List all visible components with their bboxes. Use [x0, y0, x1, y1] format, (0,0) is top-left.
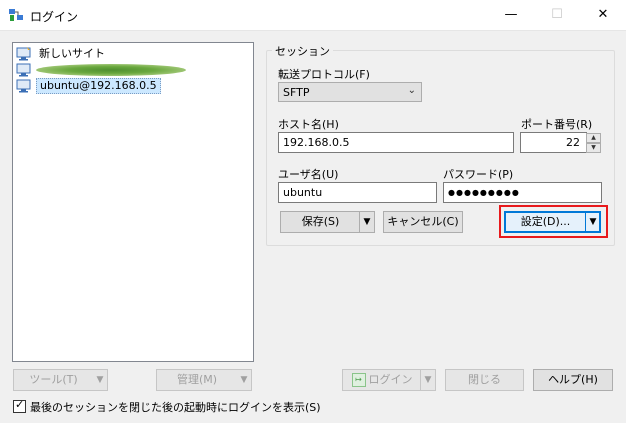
site-item-label: 新しいサイト	[39, 47, 105, 60]
host-input[interactable]: 192.168.0.5	[278, 132, 514, 153]
chevron-down-icon[interactable]: ▼	[93, 370, 107, 390]
tools-button-label: ツール(T)	[29, 373, 78, 386]
checkmark-icon: ✓	[15, 398, 25, 411]
help-button[interactable]: ヘルプ(H)	[533, 369, 613, 391]
port-label: ポート番号(R)	[521, 118, 593, 131]
cancel-button[interactable]: キャンセル(C)	[383, 211, 463, 233]
protocol-label: 転送プロトコル(F)	[278, 68, 370, 81]
manage-button[interactable]: 管理(M) ▼	[156, 369, 252, 391]
user-label: ユーザ名(U)	[278, 168, 339, 181]
chevron-down-icon: ⌄	[407, 85, 416, 96]
protocol-select[interactable]: SFTP ⌄	[278, 82, 422, 102]
computer-icon	[16, 79, 31, 93]
minimize-button[interactable]: —	[488, 0, 534, 30]
site-tree[interactable]: 新しいサイト ubuntu@192.168.0.5	[12, 42, 254, 362]
new-site-icon	[16, 47, 31, 61]
spin-up-icon[interactable]: ▲	[586, 133, 601, 143]
close-button[interactable]: 閉じる	[445, 369, 524, 391]
password-input[interactable]: ●●●●●●●●●	[443, 182, 602, 203]
login-icon: ↦	[351, 373, 366, 387]
save-button-label: 保存(S)	[301, 215, 340, 228]
computer-icon	[16, 63, 31, 77]
chevron-down-icon[interactable]: ▼	[359, 212, 374, 232]
login-button[interactable]: ↦ ログイン ▼	[342, 369, 436, 391]
show-login-checkbox-label[interactable]: 最後のセッションを閉じた後の起動時にログインを表示(S)	[30, 399, 321, 415]
host-label: ホスト名(H)	[278, 118, 339, 131]
window-title: ログイン	[30, 10, 79, 24]
maximize-button[interactable]: ☐	[534, 0, 580, 30]
highlight-annotation	[499, 205, 608, 238]
close-window-button[interactable]: ✕	[580, 0, 626, 30]
show-login-checkbox[interactable]: ✓	[13, 398, 26, 413]
spin-down-icon[interactable]: ▼	[586, 143, 601, 153]
password-label: パスワード(P)	[443, 168, 514, 181]
port-spinner[interactable]: ▲ ▼	[586, 133, 601, 153]
manage-button-label: 管理(M)	[176, 373, 218, 386]
obscured-site-label	[36, 64, 186, 76]
tools-button[interactable]: ツール(T) ▼	[13, 369, 108, 391]
session-group-title: セッション	[272, 43, 333, 59]
login-button-label: ログイン	[368, 373, 413, 386]
title-bar: ログイン — ☐ ✕	[0, 0, 626, 31]
save-button[interactable]: 保存(S) ▼	[280, 211, 375, 233]
winscp-app-icon	[9, 9, 23, 21]
chevron-down-icon[interactable]: ▼	[237, 370, 251, 390]
site-item-label: ubuntu@192.168.0.5	[36, 78, 161, 94]
port-input[interactable]: 22	[520, 132, 587, 153]
protocol-value: SFTP	[283, 86, 310, 99]
username-input[interactable]: ubuntu	[278, 182, 437, 203]
chevron-down-icon[interactable]: ▼	[420, 370, 435, 390]
